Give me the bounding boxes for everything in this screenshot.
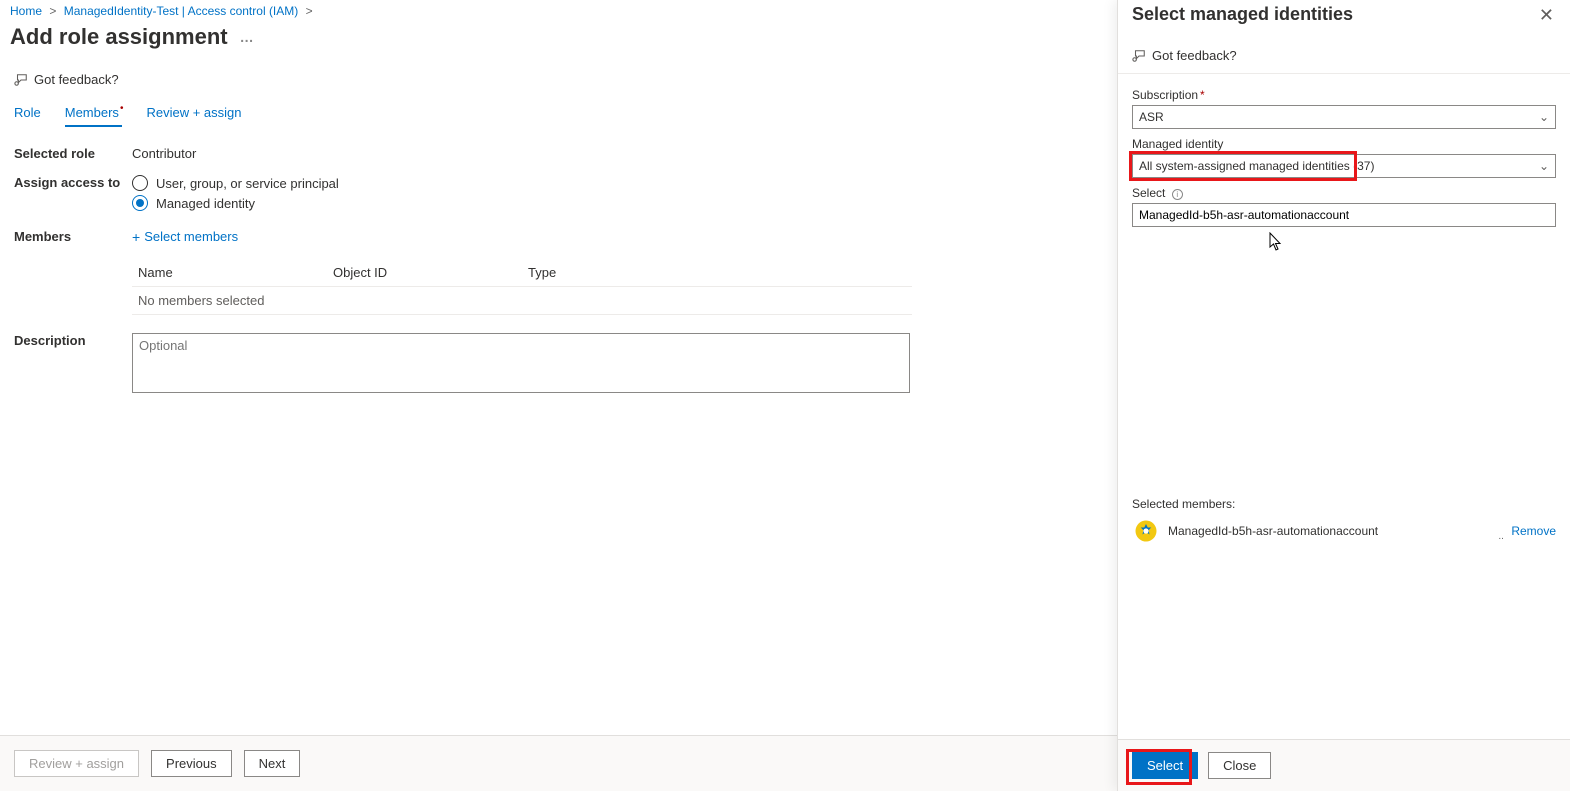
drag-dots-icon: .. <box>1498 531 1504 542</box>
close-button[interactable]: Close <box>1208 752 1271 779</box>
tab-review[interactable]: Review + assign <box>146 99 241 126</box>
managed-identity-value: All system-assigned managed identities (… <box>1139 159 1374 173</box>
close-icon[interactable]: ✕ <box>1535 4 1558 26</box>
footer-bar: Review + assign Previous Next <box>0 735 1117 791</box>
page-title: Add role assignment <box>10 24 228 50</box>
table-empty-row: No members selected <box>132 287 912 314</box>
required-dot-icon: • <box>120 103 124 114</box>
feedback-label: Got feedback? <box>34 72 119 87</box>
select-search-input[interactable] <box>1132 203 1556 227</box>
side-panel: Select managed identities ✕ Got feedback… <box>1117 0 1570 791</box>
panel-header: Select managed identities ✕ <box>1118 0 1570 28</box>
breadcrumb-sep: > <box>49 4 56 18</box>
panel-feedback-link[interactable]: Got feedback? <box>1118 28 1570 74</box>
tab-members-label: Members <box>65 105 119 120</box>
selected-member-row: ManagedId-b5h-asr-automationaccount .. R… <box>1132 517 1556 545</box>
description-input[interactable] <box>132 333 910 393</box>
label-subscription-text: Subscription <box>1132 88 1198 102</box>
select-members-label: Select members <box>144 229 238 244</box>
label-select: Select i <box>1132 186 1556 200</box>
label-select-text: Select <box>1132 186 1165 200</box>
col-object-id: Object ID <box>333 265 528 280</box>
next-button[interactable]: Next <box>244 750 301 777</box>
required-star: * <box>1200 88 1205 102</box>
breadcrumb-item[interactable]: ManagedIdentity-Test | Access control (I… <box>64 4 299 18</box>
members-table: Name Object ID Type No members selected <box>132 259 912 315</box>
radio-icon-checked <box>132 195 148 211</box>
radio-user-label: User, group, or service principal <box>156 176 339 191</box>
person-feedback-icon <box>1132 49 1146 63</box>
automation-gear-icon <box>1132 517 1160 545</box>
col-type: Type <box>528 265 906 280</box>
breadcrumb-sep-2: > <box>306 4 313 18</box>
chevron-down-icon: ⌄ <box>1539 159 1549 173</box>
tab-role[interactable]: Role <box>14 99 41 126</box>
panel-selected-members: Selected members: ManagedId-b5h-asr-auto… <box>1118 497 1570 545</box>
managed-identity-dropdown[interactable]: All system-assigned managed identities (… <box>1132 154 1556 178</box>
radio-managed-identity[interactable]: Managed identity <box>132 195 912 211</box>
panel-feedback-label: Got feedback? <box>1152 48 1237 63</box>
subscription-value: ASR <box>1139 110 1164 124</box>
panel-footer: Select Close <box>1118 739 1570 791</box>
select-members-link[interactable]: + Select members <box>132 229 238 244</box>
breadcrumb-home[interactable]: Home <box>10 4 42 18</box>
empty-text: No members selected <box>138 293 264 308</box>
table-header: Name Object ID Type <box>132 259 912 287</box>
chevron-down-icon: ⌄ <box>1539 110 1549 124</box>
more-icon[interactable]: … <box>240 29 256 45</box>
label-selected-role: Selected role <box>14 146 132 161</box>
selected-members-heading: Selected members: <box>1132 497 1556 511</box>
label-managed-identity: Managed identity <box>1132 137 1556 151</box>
selected-member-name: ManagedId-b5h-asr-automationaccount <box>1168 524 1490 538</box>
select-button[interactable]: Select <box>1132 752 1198 779</box>
plus-icon: + <box>132 230 140 244</box>
label-description: Description <box>14 333 132 348</box>
radio-icon-unchecked <box>132 175 148 191</box>
radio-mi-label: Managed identity <box>156 196 255 211</box>
label-assign-access: Assign access to <box>14 175 132 190</box>
person-feedback-icon <box>14 73 28 87</box>
label-members: Members <box>14 229 132 244</box>
panel-title: Select managed identities <box>1132 4 1353 25</box>
remove-member-link[interactable]: Remove <box>1511 524 1556 538</box>
radio-user-group[interactable]: User, group, or service principal <box>132 175 912 191</box>
col-name: Name <box>138 265 333 280</box>
review-assign-button[interactable]: Review + assign <box>14 750 139 777</box>
value-selected-role: Contributor <box>132 146 912 161</box>
tab-members[interactable]: Members• <box>65 99 123 126</box>
label-subscription: Subscription* <box>1132 88 1556 102</box>
panel-body: Subscription* ASR ⌄ Managed identity All… <box>1118 74 1570 237</box>
info-icon[interactable]: i <box>1172 189 1183 200</box>
subscription-dropdown[interactable]: ASR ⌄ <box>1132 105 1556 129</box>
previous-button[interactable]: Previous <box>151 750 232 777</box>
